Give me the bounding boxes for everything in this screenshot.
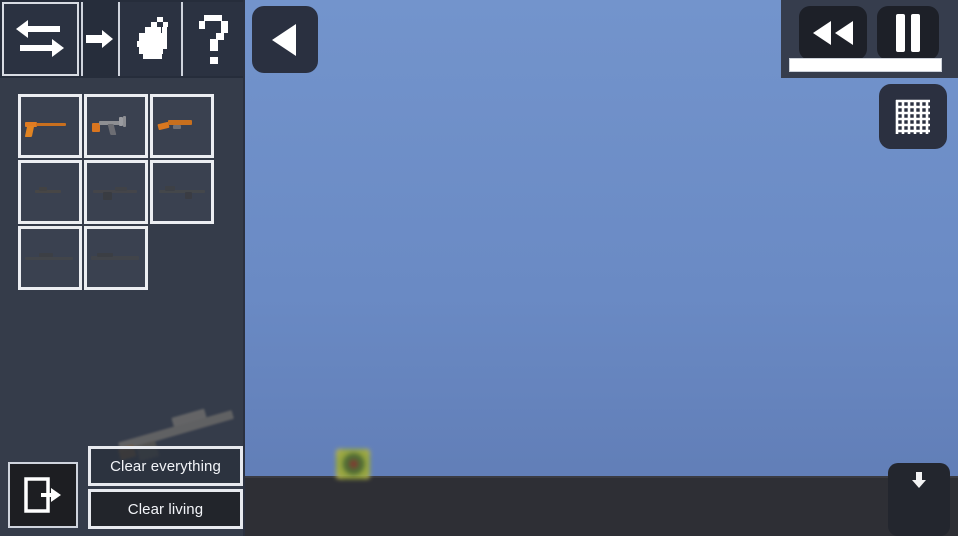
back-button[interactable]: [252, 6, 318, 73]
inventory-slot-carbine[interactable]: Carbine: [18, 160, 82, 224]
battle-rifle-sprite: [155, 181, 209, 203]
paint-bucket-icon: [136, 17, 168, 59]
marksman-rifle-sprite: [89, 247, 143, 269]
tool-toolbar: Swap Spawn: [0, 0, 245, 78]
grid-icon: [895, 99, 930, 134]
inventory-slot-smg[interactable]: SMG: [84, 94, 148, 158]
tool-button-help[interactable]: Help: [183, 2, 245, 76]
inventory-slot-pistol-label: Pistol: [21, 97, 22, 98]
inventory-slot-marksman-rifle-label: Marksman Rifle: [87, 229, 88, 230]
speed-slider[interactable]: [789, 58, 942, 72]
sidebar-edge: [243, 0, 245, 536]
inventory-slot-marksman-rifle[interactable]: Marksman Rifle: [84, 226, 148, 290]
download-button[interactable]: [888, 463, 950, 536]
inventory-slot-battle-rifle-label: Battle Rifle: [153, 163, 154, 164]
inventory-row: Pistol SMG: [18, 94, 233, 158]
left-sidebar: Swap Spawn: [0, 0, 245, 536]
sawed-off-sprite: [155, 115, 209, 137]
clear-everything-button[interactable]: Clear everything: [88, 446, 243, 486]
inventory-slot-assault-rifle[interactable]: Assault Rifle: [84, 160, 148, 224]
back-arrow-icon: [272, 23, 296, 56]
inventory-slot-battle-rifle[interactable]: Battle Rifle: [150, 160, 214, 224]
world-object-crate[interactable]: [336, 449, 370, 479]
pistol-sprite: [23, 115, 77, 137]
clear-actions: Clear everything Clear living: [88, 446, 243, 529]
smg-sprite: [89, 115, 143, 137]
question-mark-icon: [198, 15, 228, 64]
download-icon: [912, 472, 926, 488]
inventory-slot-carbine-label: Carbine: [21, 163, 22, 164]
inventory-slot-smg-label: SMG: [87, 97, 88, 98]
assault-rifle-sprite: [89, 181, 143, 203]
swap-arrows-icon: [16, 20, 65, 57]
inventory-slot-sawed-off[interactable]: Sawed-off Shotgun: [150, 94, 214, 158]
clear-living-button[interactable]: Clear living: [88, 489, 243, 529]
inventory-slot-sniper-rifle-label: Sniper Rifle: [21, 229, 22, 230]
arrow-right-icon: [86, 30, 114, 48]
inventory-row: Sniper Rifle Marksman Rifle: [18, 226, 233, 290]
rewind-button[interactable]: [799, 6, 867, 60]
sniper-rifle-sprite: [23, 247, 77, 269]
inventory-slot-assault-rifle-label: Assault Rifle: [87, 163, 88, 164]
pause-icon: [896, 14, 920, 52]
tool-button-swap[interactable]: Swap: [2, 2, 79, 76]
inventory-row: Carbine Assault Rifle: [18, 160, 233, 224]
rewind-icon: [813, 21, 853, 45]
inventory-slot-sawed-off-label: Sawed-off Shotgun: [153, 97, 154, 98]
weapon-inventory-grid: Pistol SMG: [18, 94, 233, 292]
game-screen: Swap Spawn: [0, 0, 958, 536]
carbine-sprite: [23, 181, 77, 203]
inventory-slot-sniper-rifle[interactable]: Sniper Rifle: [18, 226, 82, 290]
exit-door-icon: [24, 477, 61, 513]
exit-button[interactable]: Exit: [8, 462, 78, 528]
dragged-weapon-label: Rifle: [106, 423, 107, 424]
tool-button-paint[interactable]: Paint: [120, 2, 182, 76]
inventory-slot-pistol[interactable]: Pistol: [18, 94, 82, 158]
grid-toggle-button[interactable]: [879, 84, 947, 149]
pause-button[interactable]: [877, 6, 939, 60]
tool-button-spawn[interactable]: Spawn: [82, 2, 119, 76]
